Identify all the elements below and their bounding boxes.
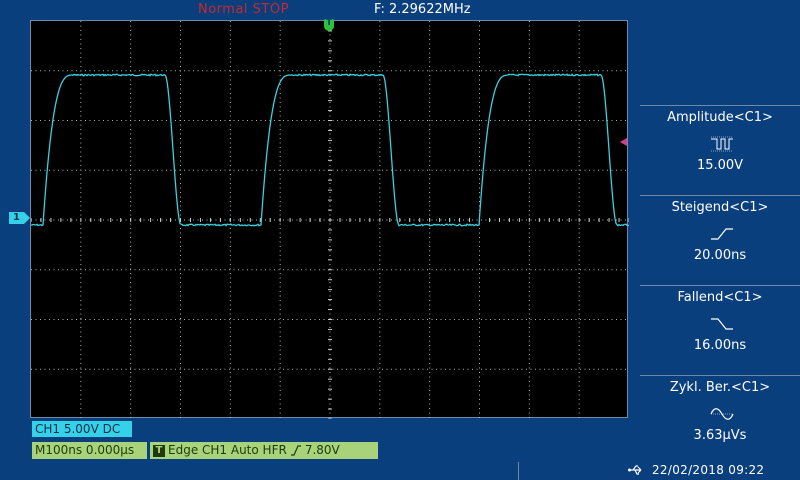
status-divider (518, 462, 519, 480)
trigger-settings[interactable]: T Edge CH1 Auto HFR 7.80V (150, 442, 378, 459)
measurement-value: 20.00ns (693, 248, 747, 263)
measurement-cycle-area[interactable]: Zykl. Ber.<C1> 3.63µVs (640, 375, 800, 465)
trigger-icon: T (153, 444, 165, 457)
measurement-value: 15.00V (696, 158, 744, 173)
channel1-settings[interactable]: CH1 5.00V DC (32, 421, 132, 437)
measurement-label: Zykl. Ber.<C1> (669, 380, 771, 395)
rising-edge-icon (711, 228, 733, 240)
top-status-bar: Normal STOP F: 2.29622MHz (0, 0, 800, 20)
waveform-display[interactable] (30, 20, 629, 419)
trigger-level-marker[interactable] (620, 138, 627, 146)
sine-area-icon (710, 408, 734, 420)
measurement-amplitude[interactable]: Amplitude<C1> 15.00V (640, 105, 800, 195)
trigger-mode-text: Edge CH1 Auto HFR (168, 443, 287, 457)
channel1-level-marker[interactable]: 1 (9, 212, 30, 224)
falling-edge-icon (711, 318, 733, 330)
measurement-rise-time[interactable]: Steigend<C1> 20.00ns (640, 195, 800, 285)
measurement-label: Amplitude<C1> (667, 110, 773, 125)
measurement-label: Fallend<C1> (677, 290, 763, 305)
measurement-fall-time[interactable]: Fallend<C1> 16.00ns (640, 285, 800, 375)
usb-icon (628, 465, 642, 475)
trigger-position-marker[interactable]: T (324, 18, 334, 31)
frequency-readout: F: 2.29622MHz (374, 2, 471, 17)
measurement-panel: Amplitude<C1> 15.00V Steigend<C1> 20.00n… (640, 105, 800, 465)
trigger-level-value: 7.80V (304, 443, 340, 457)
measurement-value: 3.63µVs (693, 428, 747, 443)
pulse-icon (711, 136, 733, 152)
acquisition-status: Normal STOP (198, 2, 289, 17)
waveform-graticule (31, 21, 629, 419)
rising-edge-slope-icon (290, 445, 301, 456)
measurement-label: Steigend<C1> (671, 200, 769, 215)
measurement-value: 16.00ns (693, 338, 747, 353)
datetime: 22/02/2018 09:22 (652, 463, 765, 477)
timebase-settings[interactable]: M100ns 0.000µs (32, 442, 147, 459)
